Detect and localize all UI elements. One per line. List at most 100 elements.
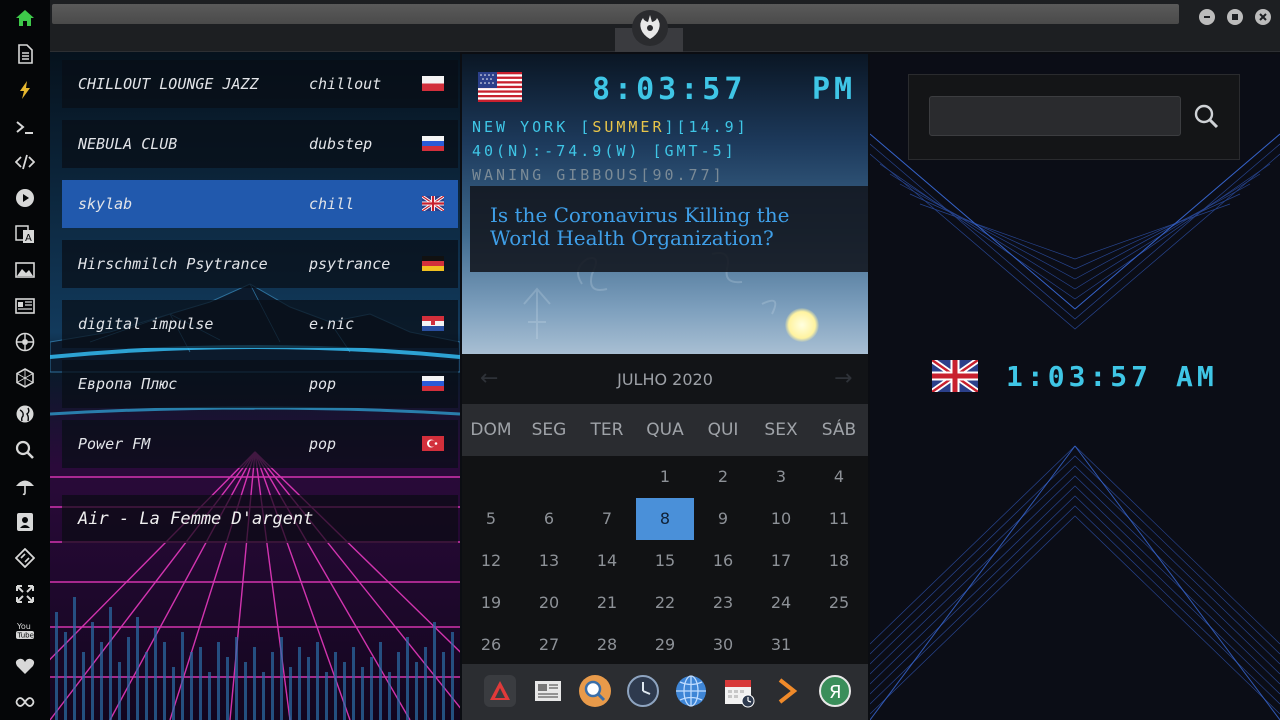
aperture-icon[interactable] xyxy=(11,328,39,356)
news-icon[interactable] xyxy=(11,292,39,320)
maximize-button[interactable] xyxy=(1227,9,1243,25)
tag-icon[interactable] xyxy=(11,544,39,572)
station-name: digital impulse xyxy=(78,315,214,333)
news-headline[interactable]: Is the Coronavirus Killing the World Hea… xyxy=(470,186,868,272)
search-icon xyxy=(1194,104,1219,129)
calendar-day[interactable]: 17 xyxy=(752,540,810,582)
code-icon[interactable] xyxy=(11,148,39,176)
home-icon[interactable] xyxy=(11,4,39,32)
station-item[interactable]: Европа Плюс pop xyxy=(62,360,458,408)
magnifier-icon[interactable] xyxy=(578,674,612,708)
now-playing-title: Air - La Femme D'argent xyxy=(62,495,458,543)
station-item[interactable]: Hirschmilch Psytrance psytrance xyxy=(62,240,458,288)
yandex-icon[interactable]: Я xyxy=(818,674,852,708)
station-item-active[interactable]: skylab chill xyxy=(62,180,458,228)
uk-flag-icon xyxy=(932,360,978,392)
calendar-day[interactable]: 7 xyxy=(578,498,636,540)
germany-flag-icon xyxy=(422,256,444,271)
calendar-day[interactable]: 22 xyxy=(636,582,694,624)
calendar-day[interactable]: 19 xyxy=(462,582,520,624)
calendar-day[interactable]: 12 xyxy=(462,540,520,582)
search-button[interactable] xyxy=(1189,99,1223,133)
weekday-label: SEX xyxy=(764,420,798,440)
station-item[interactable]: CHILLOUT LOUNGE JAZZ chillout xyxy=(62,60,458,108)
calendar-day[interactable]: 25 xyxy=(810,582,868,624)
globe-icon[interactable] xyxy=(674,674,708,708)
station-genre: chill xyxy=(309,195,355,213)
weekday-label: SEG xyxy=(531,420,567,440)
image-icon[interactable] xyxy=(11,256,39,284)
clock-icon[interactable] xyxy=(626,674,660,708)
top-bar xyxy=(50,0,1280,52)
minimize-button[interactable] xyxy=(1199,9,1215,25)
calendar-day[interactable]: 24 xyxy=(752,582,810,624)
calendar-day[interactable]: 11 xyxy=(810,498,868,540)
contact-icon[interactable] xyxy=(11,508,39,536)
calendar-day[interactable]: 20 xyxy=(520,582,578,624)
calendar-day[interactable]: 2 xyxy=(694,456,752,498)
calendar-next-button[interactable]: → xyxy=(834,366,852,391)
calendar-day[interactable]: 10 xyxy=(752,498,810,540)
calendar-day[interactable]: 18 xyxy=(810,540,868,582)
calendar-day[interactable]: 28 xyxy=(578,624,636,666)
newspaper-icon[interactable] xyxy=(531,674,565,708)
calendar-day[interactable]: 26 xyxy=(462,624,520,666)
calendar-day[interactable]: 31 xyxy=(752,624,810,666)
arrow-app-icon[interactable] xyxy=(483,674,517,708)
calendar-day[interactable]: 21 xyxy=(578,582,636,624)
station-name: Европа Плюс xyxy=(78,375,178,393)
calendar-day[interactable]: 5 xyxy=(462,498,520,540)
translate-icon[interactable]: A xyxy=(11,220,39,248)
station-name: Power FM xyxy=(78,435,151,453)
calendar-weekdays: DOM SEG TER QUA QUI SEX SÁB xyxy=(462,404,868,456)
calendar-day[interactable]: 29 xyxy=(636,624,694,666)
calendar-day[interactable]: 4 xyxy=(810,456,868,498)
document-icon[interactable] xyxy=(11,40,39,68)
globe-icon[interactable] xyxy=(11,400,39,428)
close-button[interactable] xyxy=(1255,9,1271,25)
app-window: A You Tube CHILLOUT LOUNGE JAZZ chillout… xyxy=(0,0,1280,720)
turkey-flag-icon xyxy=(422,436,444,451)
bolt-icon[interactable] xyxy=(11,76,39,104)
station-name: Hirschmilch Psytrance xyxy=(78,255,268,273)
search-input[interactable] xyxy=(929,96,1181,136)
calendar-day[interactable]: 1 xyxy=(636,456,694,498)
hexagon-icon[interactable] xyxy=(11,364,39,392)
svg-text:Tube: Tube xyxy=(17,632,34,640)
station-item[interactable]: Power FM pop xyxy=(62,420,458,468)
weekday-label: TER xyxy=(590,420,624,440)
play-icon[interactable] xyxy=(11,184,39,212)
heart-icon[interactable] xyxy=(11,652,39,680)
station-item[interactable]: digital impulse e.nic xyxy=(62,300,458,348)
calendar-day[interactable]: 6 xyxy=(520,498,578,540)
calendar-day[interactable]: 14 xyxy=(578,540,636,582)
station-item[interactable]: NEBULA CLUB dubstep xyxy=(62,120,458,168)
calendar-day-today[interactable]: 8 xyxy=(636,498,694,540)
calendar-icon[interactable] xyxy=(722,674,756,708)
calendar-day[interactable]: 27 xyxy=(520,624,578,666)
rebel-alliance-icon[interactable] xyxy=(632,10,668,46)
weekday-label: QUI xyxy=(707,420,739,440)
world-clock-panel: 1:03:57 AM xyxy=(870,54,1280,720)
calendar-prev-button[interactable]: ← xyxy=(480,366,498,391)
russia-flag-icon xyxy=(422,376,444,391)
calendar-day[interactable]: 3 xyxy=(752,456,810,498)
search-icon[interactable] xyxy=(11,436,39,464)
forward-icon[interactable] xyxy=(770,674,804,708)
terminal-icon[interactable] xyxy=(11,113,39,141)
address-bar[interactable] xyxy=(52,4,1179,24)
fullscreen-icon[interactable] xyxy=(11,580,39,608)
calendar-day[interactable]: 15 xyxy=(636,540,694,582)
weekday-label: QUA xyxy=(646,420,684,440)
city-prefix: NEW YORK [ xyxy=(472,118,593,136)
calendar-day[interactable]: 9 xyxy=(694,498,752,540)
infinity-icon[interactable] xyxy=(11,688,39,716)
calendar-day[interactable]: 23 xyxy=(694,582,752,624)
croatia-flag-icon xyxy=(422,316,444,331)
calendar-day[interactable]: 30 xyxy=(694,624,752,666)
youtube-icon[interactable]: You Tube xyxy=(11,616,39,644)
umbrella-icon[interactable] xyxy=(11,472,39,500)
local-ampm: PM xyxy=(812,72,857,107)
calendar-day[interactable]: 13 xyxy=(520,540,578,582)
calendar-day[interactable]: 16 xyxy=(694,540,752,582)
